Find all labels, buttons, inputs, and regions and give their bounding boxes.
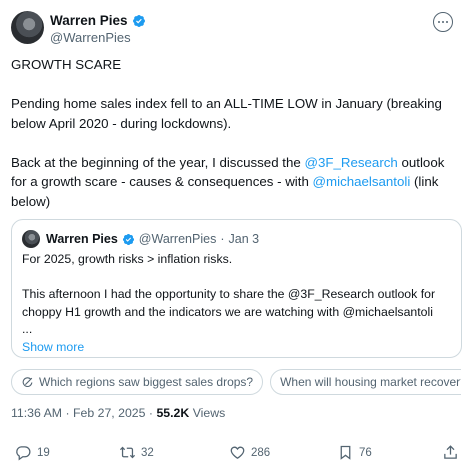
like-icon	[230, 446, 245, 459]
grok-suggestions: Which regions saw biggest sales drops? W…	[11, 369, 461, 395]
quoted-tweet-body: For 2025, growth risks > inflation risks…	[22, 251, 452, 356]
suggestion-chip[interactable]: When will housing market recover?	[270, 369, 461, 395]
share-icon	[444, 445, 457, 459]
tweet-text-part: Back at the beginning of the year, I dis…	[11, 154, 305, 170]
reply-count: 19	[37, 446, 50, 459]
views-count: 55.2K	[156, 406, 190, 420]
more-icon[interactable]	[433, 12, 453, 32]
bookmark-icon	[340, 445, 351, 460]
post-time[interactable]: 11:36 AM	[11, 406, 62, 420]
suggestion-chip[interactable]: Which regions saw biggest sales drops?	[11, 369, 264, 395]
verified-badge-icon	[122, 233, 134, 245]
suggestion-chip-label: When will housing market recover?	[280, 375, 461, 389]
tweet-body: GROWTH SCARE Pending home sales index fe…	[11, 55, 461, 231]
quoted-author-name: Warren Pies	[46, 232, 118, 246]
reply-button[interactable]: 19	[15, 444, 50, 461]
quoted-avatar	[22, 230, 40, 248]
reply-icon	[16, 446, 31, 461]
quoted-date: Jan 3	[228, 232, 260, 246]
quoted-line-2: This afternoon I had the opportunity to …	[22, 287, 436, 319]
tweet-line-3: Back at the beginning of the year, I dis…	[11, 153, 461, 212]
like-button[interactable]: 286	[229, 444, 270, 461]
quoted-tweet-card[interactable]: Warren Pies @WarrenPies · Jan 3 For 2025…	[11, 219, 462, 358]
tweet-header: Warren Pies @WarrenPies	[11, 11, 461, 47]
author-handle[interactable]: @WarrenPies	[50, 30, 131, 45]
repost-button[interactable]: 32	[119, 444, 154, 461]
separator-dot: ·	[220, 232, 225, 246]
quoted-ellipsis: ...	[22, 322, 33, 336]
bookmark-count: 76	[359, 446, 372, 459]
verified-badge-icon	[132, 14, 145, 27]
separator-dot: ·	[148, 406, 154, 420]
show-more-link[interactable]: Show more	[22, 339, 452, 357]
quoted-line-1: For 2025, growth risks > inflation risks…	[22, 252, 233, 266]
tweet-line-2: Pending home sales index fell to an ALL-…	[11, 96, 442, 131]
repost-count: 32	[141, 446, 154, 459]
tweet-line-1: GROWTH SCARE	[11, 57, 122, 72]
author-name-row[interactable]: Warren Pies	[50, 13, 146, 28]
action-bar: 19 32 286 76	[11, 444, 461, 464]
mention-michaelsantoli-link[interactable]: @michaelsantoli	[313, 174, 411, 189]
share-button[interactable]	[442, 444, 459, 461]
separator-dot: ·	[65, 406, 70, 420]
tweet-meta: 11:36 AM · Feb 27, 2025 · 55.2K Views	[11, 406, 225, 420]
views-label: Views	[192, 406, 226, 420]
post-date[interactable]: Feb 27, 2025	[73, 406, 145, 420]
author-name[interactable]: Warren Pies	[50, 13, 128, 28]
grok-icon	[22, 376, 33, 387]
repost-icon	[119, 446, 136, 459]
bookmark-button[interactable]: 76	[337, 444, 372, 461]
quoted-author-handle: @WarrenPies	[138, 232, 217, 246]
avatar[interactable]	[11, 11, 44, 44]
like-count: 286	[251, 446, 271, 459]
mention-3f-research-link[interactable]: @3F_Research	[304, 155, 397, 170]
suggestion-chip-label: Which regions saw biggest sales drops?	[39, 375, 254, 389]
quoted-tweet-header: Warren Pies @WarrenPies · Jan 3	[22, 230, 259, 248]
